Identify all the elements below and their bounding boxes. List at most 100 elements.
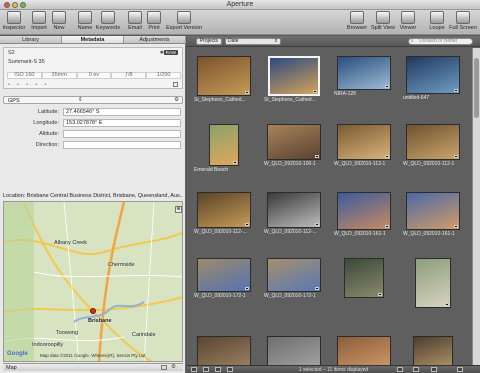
thumbnail-cell[interactable]: W_QLD_092010-112-... [192,192,256,235]
photo-thumbnail[interactable] [337,336,391,365]
thumbnail-cell[interactable]: W_QLD_092010-172-1 [262,258,326,299]
name-button[interactable]: Name [76,11,94,31]
thumbnail-cell[interactable] [192,336,256,365]
list-view-icon[interactable] [413,367,419,372]
thumbnail-cell[interactable] [401,336,465,365]
thumbnail-cell[interactable]: W_QLD_092010-172-1 [192,258,256,299]
map-zoom-control[interactable]: ⊕ [175,206,182,213]
photo-thumbnail[interactable] [337,56,391,90]
photo-thumbnail[interactable] [406,192,460,230]
metadata-view-select[interactable]: GPS ⇕ ⚙ [3,96,183,104]
photo-thumbnail[interactable] [209,124,239,166]
gps-fields: Latitude: 27.466546° S Longitude: 153.02… [3,108,183,152]
title-bar: Aperture [0,0,480,10]
thumbnail-cell[interactable] [332,336,396,365]
photo-thumbnail[interactable] [406,124,460,160]
grid-view-icon[interactable] [397,367,403,372]
photo-thumbnail[interactable] [268,56,320,96]
photo-thumbnail[interactable] [267,258,321,292]
thumbnail-cell[interactable]: W_QLD_092010-100-1 [262,124,326,167]
inspector-button[interactable]: Inspector [2,11,26,31]
gear-icon[interactable]: ⚙ [171,364,176,370]
new-button[interactable]: New [51,11,67,31]
thumbnail-cell[interactable]: W_QLD_092010-161-1 [332,192,396,237]
tab-library[interactable]: Library [0,36,62,43]
map-label-brisbane: Brisbane [88,318,112,324]
photo-thumbnail[interactable] [197,192,251,228]
thumbnail-cell[interactable]: W_QLD_092010-161-1 [401,192,465,237]
email-button[interactable]: Email [127,11,143,31]
map-footer: Map ⚙ [3,363,183,371]
photo-thumbnail[interactable] [406,56,460,94]
thumbnail-cell[interactable]: St_Stephens_Cathed... [192,56,256,103]
thumbnail-cell[interactable] [262,336,326,365]
keywords-icon [101,11,115,24]
gps-map[interactable]: Brisbane Toowong Indooroopilly Carindale… [3,201,183,362]
map-view-icon[interactable] [161,365,167,370]
import-icon [32,11,46,24]
thumbnail-caption: W_QLD_092010-172-1 [194,293,246,299]
inspector-panel: Library Metadata Adjustments S2 Summarit… [0,36,186,373]
gear-icon[interactable]: ⚙ [174,97,179,103]
photo-thumbnail[interactable] [413,336,453,365]
photo-thumbnail[interactable] [267,124,321,160]
flag-icon[interactable] [173,82,178,87]
window-title: Aperture [226,1,254,8]
thumbnail-size-slider[interactable] [431,367,437,372]
browser-scrollbar[interactable] [472,48,480,365]
full-screen-button[interactable]: Full Screen [448,11,478,31]
import-button[interactable]: Import [28,11,50,31]
browser-button[interactable]: Browser [346,11,368,31]
photo-thumbnail[interactable] [197,258,251,292]
name-icon [78,11,92,24]
rating-stars[interactable]: • • • • • [8,82,49,88]
scroll-thumb[interactable] [474,58,479,118]
longitude-field[interactable]: 153.027878° E [63,119,181,127]
filter-search[interactable]: ⌕ Unrated or Better [408,38,473,45]
viewer-button[interactable]: Viewer [398,11,418,31]
projects-button[interactable]: Projects [196,38,222,45]
photo-thumbnail[interactable] [344,258,384,298]
thumbnail-cell[interactable]: W_QLD_092010-112-1 [401,124,465,167]
direction-field[interactable] [63,141,181,149]
altitude-label: Altitude: [39,131,59,137]
thumbnail-cell[interactable]: St_Stephens_Cathed... [262,56,326,103]
metadata-view-value: GPS [8,98,20,104]
sort-select[interactable]: Date ⇕ [225,38,281,45]
full-screen-icon [456,11,470,24]
thumbnail-cell[interactable]: W_QLD_092010-113-1 [332,124,396,167]
thumbnail-cell[interactable]: NIRA-128 [332,56,396,97]
raw-badge-icon [315,223,319,226]
tab-adjustments[interactable]: Adjustments [124,36,186,43]
print-button[interactable]: Print [146,11,162,31]
thumbnail-cell[interactable] [401,258,465,309]
tab-metadata[interactable]: Metadata [62,36,124,43]
map-roads [4,202,182,361]
photo-thumbnail[interactable] [337,124,391,160]
keywords-button[interactable]: Keywords [95,11,121,31]
photo-thumbnail[interactable] [197,56,251,96]
altitude-field[interactable] [63,130,181,138]
photo-thumbnail[interactable] [267,336,321,365]
thumbnail-cell[interactable]: W_QLD_092010-112-... [262,192,326,235]
thumbnail-caption: W_QLD_092010-161-1 [403,231,455,237]
camera-model: S2 [8,50,15,56]
export-version-button[interactable]: Export Version [166,11,202,31]
filmstrip-icon[interactable] [457,367,463,372]
thumbnail-cell[interactable] [332,258,396,299]
photo-thumbnail[interactable] [197,336,251,365]
photo-thumbnail[interactable] [337,192,391,230]
loupe-button[interactable]: Loupe [428,11,446,31]
photo-thumbnail[interactable] [415,258,451,308]
longitude-label: Longitude: [33,120,59,126]
photo-thumbnail[interactable] [267,192,321,228]
latitude-field[interactable]: 27.466546° S [63,108,181,116]
location-pin-icon[interactable] [90,308,96,314]
map-footer-label: Map [6,365,17,371]
split-view-button[interactable]: Split View [369,11,397,31]
thumbnail-cell[interactable]: untitled-647 [401,56,465,101]
raw-badge-icon [454,155,458,158]
raw-badge-icon [378,293,382,296]
search-icon: ⌕ [411,38,414,44]
thumbnail-cell[interactable]: Emerald Beach [192,124,256,173]
